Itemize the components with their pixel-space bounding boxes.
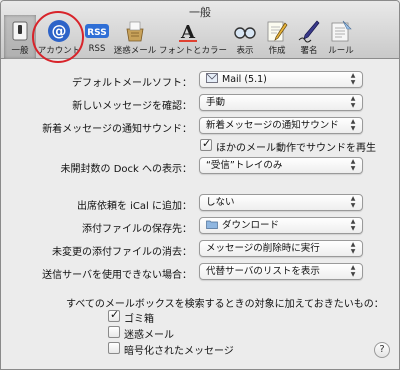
toolbar-tab-rules[interactable]: ルール xyxy=(325,15,357,59)
dock-unread-label: 未開封数の Dock への表示： xyxy=(60,164,192,175)
popup-arrows-icon: ▲ ▼ xyxy=(350,158,356,172)
svg-text:A: A xyxy=(180,22,196,43)
toolbar-tab-accounts[interactable]: @ アカウント xyxy=(38,15,80,59)
folder-icon xyxy=(206,220,218,229)
row-downloads-folder: 添付ファイルの保存先： ダウンロード ▲ ▼ xyxy=(1,217,399,237)
row-check-new: 新しいメッセージを確認： 手動 ▲ ▼ xyxy=(1,94,399,114)
popup-arrows-icon: ▲ ▼ xyxy=(350,195,356,209)
at-sign-icon: @ xyxy=(48,20,70,42)
title-bar: 一般 一般 @ アカウント RSS RSS 迷惑メール A フォントとカラー 表… xyxy=(1,1,399,59)
rss-icon: RSS xyxy=(85,24,109,38)
signature-pen-icon xyxy=(298,20,320,43)
new-sound-value: 新着メッセージの通知サウンド xyxy=(206,120,339,131)
popup-arrows-icon: ▲ ▼ xyxy=(350,118,356,132)
remove-unedited-label: 未変更の添付ファイルの消去： xyxy=(52,247,192,258)
row-new-sound: 新着メッセージの通知サウンド： 新着メッセージの通知サウンド ▲ ▼ xyxy=(1,117,399,137)
play-other-sounds-checkbox[interactable] xyxy=(200,137,212,151)
rules-icon xyxy=(331,20,352,42)
dock-unread-value: “受信”トレイのみ xyxy=(206,160,283,171)
toolbar-tab-fonts-colors[interactable]: A フォントとカラー xyxy=(159,15,227,59)
dock-unread-popup[interactable]: “受信”トレイのみ ▲ ▼ xyxy=(199,157,363,174)
popup-arrows-icon: ▲ ▼ xyxy=(350,72,356,86)
popup-arrows-icon: ▲ ▼ xyxy=(350,264,356,278)
mail-stamp-icon xyxy=(206,73,218,83)
check-new-value: 手動 xyxy=(206,97,226,108)
search-junk-label: 迷惑メール xyxy=(124,330,174,341)
row-ical-invites: 出席依頼を iCal に追加： しない ▲ ▼ xyxy=(1,194,399,214)
outgoing-unavailable-popup[interactable]: 代替サーバのリストを表示 ▲ ▼ xyxy=(199,263,363,280)
compose-pencil-icon xyxy=(267,21,288,42)
svg-text:@: @ xyxy=(52,22,67,40)
outgoing-unavailable-value: 代替サーバのリストを表示 xyxy=(206,266,320,277)
glasses-icon xyxy=(234,27,256,39)
ical-invites-value: しない xyxy=(206,197,235,208)
search-trash-label: ゴミ箱 xyxy=(124,314,154,325)
search-junk-checkbox[interactable] xyxy=(108,326,120,338)
preferences-window: 一般 一般 @ アカウント RSS RSS 迷惑メール A フォントとカラー 表… xyxy=(0,0,400,370)
search-encrypted-checkbox[interactable] xyxy=(108,342,120,354)
play-other-sounds-label: ほかのメール動作でサウンドを再生 xyxy=(216,143,376,154)
downloads-folder-value: ダウンロード xyxy=(222,220,280,231)
toolbar-label-rules: ルール xyxy=(328,46,354,56)
check-new-label: 新しいメッセージを確認： xyxy=(72,101,192,112)
preferences-toolbar: 一般 @ アカウント RSS RSS 迷惑メール A フォントとカラー 表示 作… xyxy=(1,15,399,59)
toolbar-label-fonts-colors: フォントとカラー xyxy=(159,46,228,56)
remove-unedited-popup[interactable]: メッセージの削除時に実行 ▲ ▼ xyxy=(199,240,363,257)
toolbar-tab-junk[interactable]: 迷惑メール xyxy=(114,15,156,59)
font-color-icon: A xyxy=(179,22,197,43)
junk-mail-icon xyxy=(126,21,144,42)
svg-text:RSS: RSS xyxy=(87,28,107,38)
popup-arrows-icon: ▲ ▼ xyxy=(350,241,356,255)
default-mail-app-value: Mail (5.1) xyxy=(222,74,267,85)
outgoing-unavailable-label: 送信サーバを使用できない場合： xyxy=(42,270,192,281)
toolbar-label-junk: 迷惑メール xyxy=(113,46,157,56)
default-mail-app-label: デフォルトメールソフト： xyxy=(72,78,192,89)
ical-invites-popup[interactable]: しない ▲ ▼ xyxy=(199,194,363,211)
new-sound-popup[interactable]: 新着メッセージの通知サウンド ▲ ▼ xyxy=(199,117,363,134)
popup-arrows-icon: ▲ ▼ xyxy=(350,218,356,232)
row-dock-unread: 未開封数の Dock への表示： “受信”トレイのみ ▲ ▼ xyxy=(1,157,399,177)
downloads-folder-label: 添付ファイルの保存先： xyxy=(82,224,192,235)
ical-invites-label: 出席依頼を iCal に追加： xyxy=(76,201,192,212)
row-default-mail-app: デフォルトメールソフト： Mail (5.1) ▲ ▼ xyxy=(1,71,399,91)
switch-icon xyxy=(12,21,28,41)
popup-arrows-icon: ▲ ▼ xyxy=(350,95,356,109)
default-mail-app-popup[interactable]: Mail (5.1) ▲ ▼ xyxy=(199,71,363,88)
row-remove-unedited: 未変更の添付ファイルの消去： メッセージの削除時に実行 ▲ ▼ xyxy=(1,240,399,260)
search-encrypted-label: 暗号化されたメッセージ xyxy=(124,346,234,357)
downloads-folder-popup[interactable]: ダウンロード ▲ ▼ xyxy=(199,217,363,234)
remove-unedited-value: メッセージの削除時に実行 xyxy=(206,243,320,254)
check-new-popup[interactable]: 手動 ▲ ▼ xyxy=(199,94,363,111)
row-outgoing-unavailable: 送信サーバを使用できない場合： 代替サーバのリストを表示 ▲ ▼ xyxy=(1,263,399,283)
new-sound-label: 新着メッセージの通知サウンド： xyxy=(42,124,192,135)
toolbar-tab-general[interactable]: 一般 xyxy=(4,15,36,59)
help-button[interactable]: ? xyxy=(374,342,390,358)
search-trash-checkbox[interactable] xyxy=(108,308,120,322)
